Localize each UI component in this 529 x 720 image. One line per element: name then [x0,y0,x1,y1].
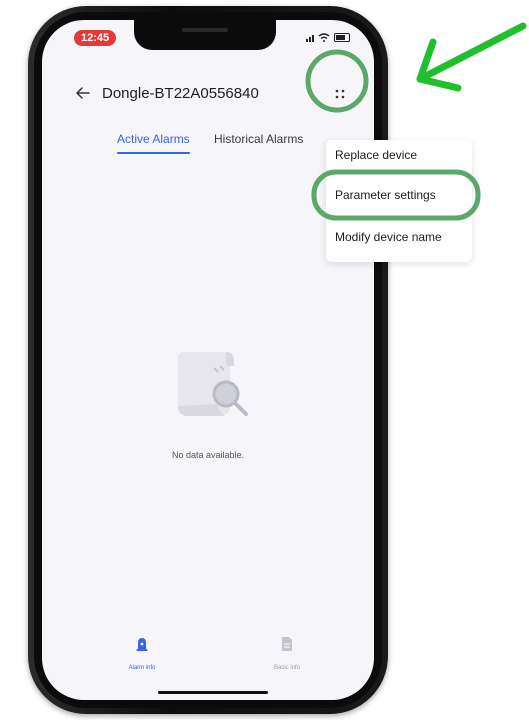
nav-basic-info-label: Basic info [273,665,300,671]
nav-alarm-info[interactable]: Alarm info [112,636,172,674]
phone-frame: 12:45 Dongle-BT22A0556840 Active Alarms … [28,6,388,714]
nav-alarm-info-label: Alarm info [128,665,156,671]
page-title: Dongle-BT22A0556840 [102,85,259,102]
phone-screen: 12:45 Dongle-BT22A0556840 Active Alarms … [42,20,374,700]
speaker [182,28,228,32]
more-dots-icon [335,89,345,99]
document-icon [282,637,292,651]
empty-document-search-icon [178,352,248,416]
pointer-arrow-icon [416,22,527,92]
alarm-bell-icon [136,638,148,651]
tutorial-screenshot: 12:45 Dongle-BT22A0556840 Active Alarms … [0,0,529,720]
battery-icon [334,33,350,42]
menu-item-modify-device-name[interactable]: Modify device name [335,230,442,244]
more-options-button[interactable] [326,80,354,108]
nav-basic-info[interactable]: Basic info [257,636,317,674]
tab-historical-alarms[interactable]: Historical Alarms [214,132,303,154]
menu-item-replace-device[interactable]: Replace device [335,148,417,162]
options-menu: Replace device Parameter settings Modify… [326,140,472,262]
menu-item-parameter-settings[interactable]: Parameter settings [335,188,436,202]
notch [134,20,276,50]
back-arrow-icon[interactable] [74,84,92,102]
app-header: Dongle-BT22A0556840 [42,76,374,112]
signal-icon [306,35,314,42]
empty-state-text: No data available. [171,450,245,460]
status-icons [306,33,350,42]
alarm-tabs: Active Alarms Historical Alarms [42,132,374,162]
phone-bezel: 12:45 Dongle-BT22A0556840 Active Alarms … [34,12,382,708]
bottom-nav: Alarm info Basic info [42,636,374,680]
wifi-icon [318,33,330,42]
home-indicator [158,691,268,694]
tab-active-alarms[interactable]: Active Alarms [117,132,190,154]
status-time: 12:45 [74,30,117,46]
